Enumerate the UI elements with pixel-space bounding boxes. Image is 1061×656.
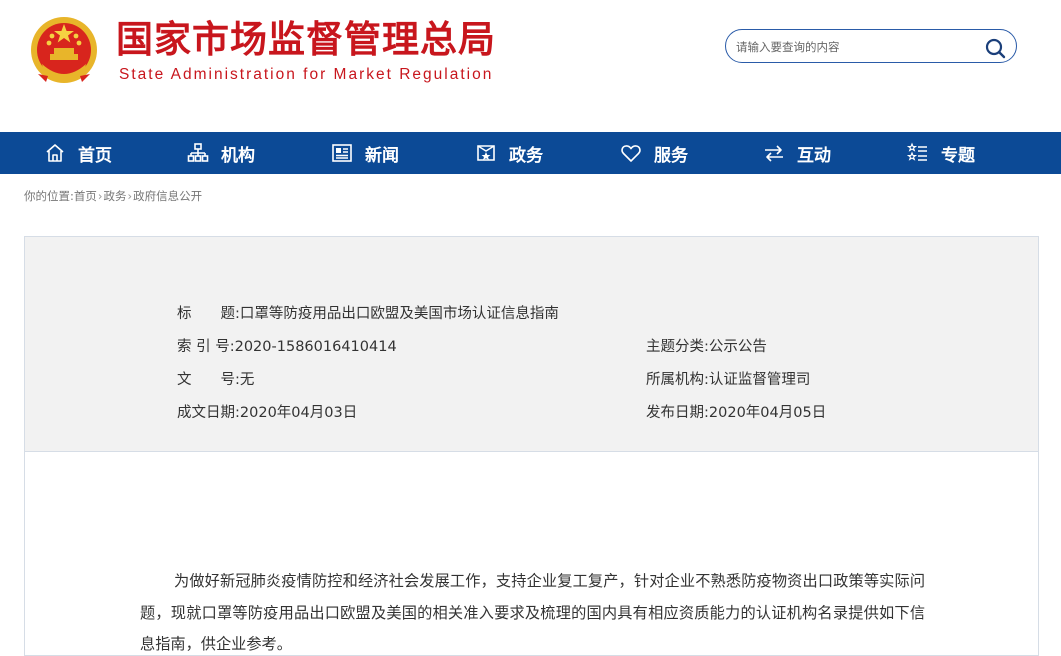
info-category-row: 主题分类:公示公告 (646, 335, 767, 356)
breadcrumb-link-home[interactable]: 首页 (74, 189, 97, 203)
info-category-value: 公示公告 (708, 339, 767, 355)
info-org-row: 所属机构:认证监督管理司 (646, 368, 810, 389)
nav-item-home[interactable]: 首页 (44, 132, 112, 174)
info-org-value: 认证监督管理司 (708, 372, 811, 388)
search-box (725, 29, 1017, 63)
info-title-row: 标 题:口罩等防疫用品出口欧盟及美国市场认证信息指南 (177, 302, 559, 323)
info-index-row: 索 引 号:2020-1586016410414 (177, 335, 397, 356)
topic-icon (907, 142, 927, 161)
nav-label: 政务 (509, 145, 543, 166)
nav-item-topic[interactable]: 专题 (907, 132, 975, 174)
nav-label: 专题 (941, 145, 975, 166)
breadcrumb-separator: › (97, 189, 103, 203)
info-title-value: 口罩等防疫用品出口欧盟及美国市场认证信息指南 (239, 306, 559, 322)
nav-label: 首页 (78, 145, 112, 166)
breadcrumb-separator: › (127, 189, 133, 203)
info-doc-value: 无 (239, 372, 255, 388)
breadcrumb-link-disclosure[interactable]: 政府信息公开 (133, 189, 202, 203)
info-key: 文 号: (177, 372, 240, 388)
breadcrumb-link-affairs[interactable]: 政务 (103, 189, 126, 203)
nav-label: 新闻 (365, 145, 399, 166)
site-header: 国家市场监督管理总局 State Administration for Mark… (0, 0, 1061, 132)
info-doc-row: 文 号:无 (177, 368, 254, 389)
home-icon (46, 144, 64, 162)
nav-label: 服务 (654, 145, 688, 166)
affairs-icon (477, 145, 495, 161)
info-index-value: 2020-1586016410414 (234, 339, 397, 355)
nav-item-interact[interactable]: 互动 (763, 132, 831, 174)
info-published-value: 2020年04月05日 (708, 405, 827, 421)
search-input[interactable] (736, 36, 976, 58)
info-published-row: 发布日期:2020年04月05日 (646, 401, 826, 422)
info-created-row: 成文日期:2020年04月03日 (177, 401, 357, 422)
article-body: 为做好新冠肺炎疫情防控和经济社会发展工作，支持企业复工复产，针对企业不熟悉防疫物… (140, 572, 925, 653)
nav-item-service[interactable]: 服务 (620, 132, 688, 174)
nav-label: 互动 (797, 145, 831, 166)
search-icon[interactable] (984, 37, 1006, 59)
info-key: 标 题: (177, 306, 240, 322)
site-subtitle: State Administration for Market Regulati… (119, 66, 494, 83)
breadcrumb-prefix: 你的位置: (24, 189, 74, 203)
heart-icon (621, 145, 641, 162)
nav-item-news[interactable]: 新闻 (331, 132, 399, 174)
org-icon (187, 143, 209, 162)
info-key: 所属机构: (646, 372, 709, 388)
info-created-value: 2020年04月03日 (239, 405, 358, 421)
info-key: 发布日期: (646, 405, 709, 421)
info-key: 成文日期: (177, 405, 240, 421)
swap-icon (765, 145, 783, 162)
nav-item-affairs[interactable]: 政务 (475, 132, 543, 174)
nav-item-org[interactable]: 机构 (187, 132, 255, 174)
news-icon (332, 144, 352, 162)
national-emblem-icon[interactable] (28, 14, 100, 88)
nav-label: 机构 (221, 145, 255, 166)
main-nav: 首页 机构 新闻 政务 服务 互动 专题 (0, 132, 1061, 174)
breadcrumb: 你的位置:首页›政务›政府信息公开 (24, 188, 202, 204)
site-title[interactable]: 国家市场监督管理总局 (116, 18, 496, 62)
info-table: 标 题:口罩等防疫用品出口欧盟及美国市场认证信息指南 索 引 号:2020-15… (25, 237, 1038, 452)
info-key: 索 引 号: (177, 339, 235, 355)
info-key: 主题分类: (646, 339, 709, 355)
